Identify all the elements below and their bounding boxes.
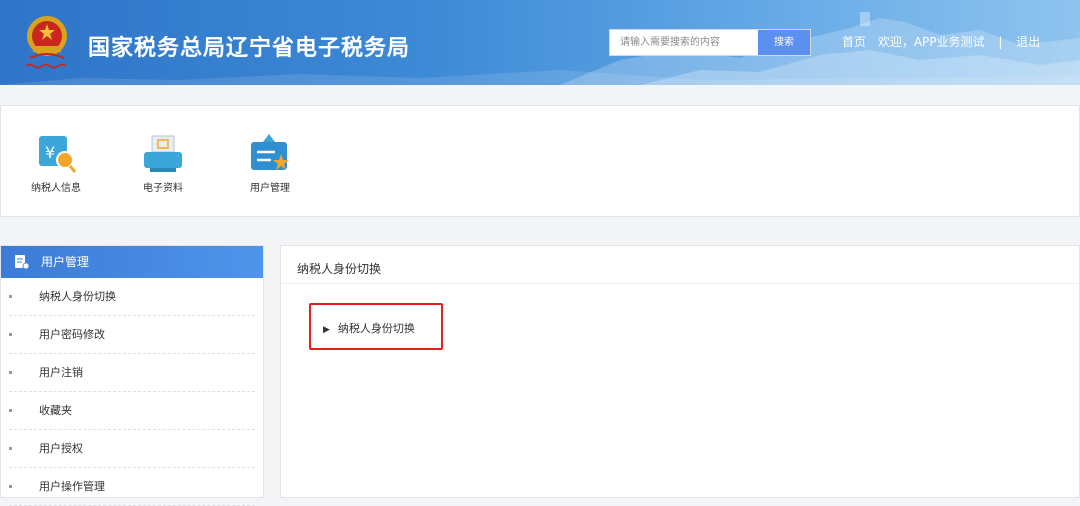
quick-link-taxpayer-info[interactable]: ¥ 纳税人信息	[11, 132, 101, 194]
logout-link[interactable]: 退出	[1016, 33, 1040, 50]
sidebar-title: 用户管理	[41, 255, 90, 269]
bullet-icon	[9, 295, 12, 298]
nav-separator: |	[998, 35, 1003, 49]
sidebar: 用户管理 纳税人身份切换 用户密码修改 用户注销 收藏夹 用户授权 用户操作管理	[0, 245, 264, 506]
quick-link-electronic-docs[interactable]: 电子资料	[118, 132, 208, 194]
identity-switch-link[interactable]: ▶ 纳税人身份切换	[323, 320, 415, 336]
sidebar-item-user-authorization[interactable]: 用户授权	[9, 430, 255, 468]
svg-text:¥: ¥	[45, 143, 55, 162]
triangle-right-icon: ▶	[323, 325, 330, 335]
quick-link-label: 用户管理	[250, 183, 290, 194]
bullet-icon	[9, 447, 12, 450]
bullet-icon	[9, 485, 12, 488]
quick-link-label: 纳税人信息	[31, 183, 81, 194]
sidebar-item-identity-switch[interactable]: 纳税人身份切换	[9, 278, 255, 316]
welcome-text: 欢迎，APP业务测试	[877, 35, 985, 49]
taxpayer-info-icon: ¥	[33, 132, 79, 176]
bullet-icon	[9, 333, 12, 336]
national-emblem-logo	[20, 10, 74, 76]
search-button[interactable]: 搜索	[758, 30, 810, 55]
bullet-icon	[9, 371, 12, 374]
quick-link-label: 电子资料	[143, 183, 183, 194]
site-title: 国家税务总局辽宁省电子税务局	[88, 36, 411, 61]
top-nav: 首页 欢迎，APP业务测试 | 退出	[842, 33, 1040, 50]
quick-links-panel: ¥ 纳税人信息 电子资料 用户管理	[0, 105, 1080, 217]
sidebar-item-favorites[interactable]: 收藏夹	[9, 392, 255, 430]
site-header: 国家税务总局辽宁省电子税务局 搜索 首页 欢迎，APP业务测试 | 退出	[0, 0, 1080, 85]
main-content: 纳税人身份切换 ▶ 纳税人身份切换	[280, 245, 1080, 498]
electronic-docs-icon	[140, 132, 186, 176]
sidebar-item-password-change[interactable]: 用户密码修改	[9, 316, 255, 354]
search-input[interactable]	[610, 30, 758, 55]
quick-link-user-management[interactable]: 用户管理	[225, 132, 315, 194]
user-settings-icon	[15, 254, 29, 269]
sidebar-header: 用户管理	[1, 246, 263, 278]
identity-switch-label: 纳税人身份切换	[337, 322, 415, 335]
bullet-icon	[9, 409, 12, 412]
home-link[interactable]: 首页	[842, 33, 866, 50]
content-title: 纳税人身份切换	[281, 246, 1079, 284]
search-box: 搜索	[609, 29, 811, 56]
user-management-icon	[247, 132, 293, 176]
sidebar-item-user-cancel[interactable]: 用户注销	[9, 354, 255, 392]
sidebar-item-operation-management[interactable]: 用户操作管理	[9, 468, 255, 506]
